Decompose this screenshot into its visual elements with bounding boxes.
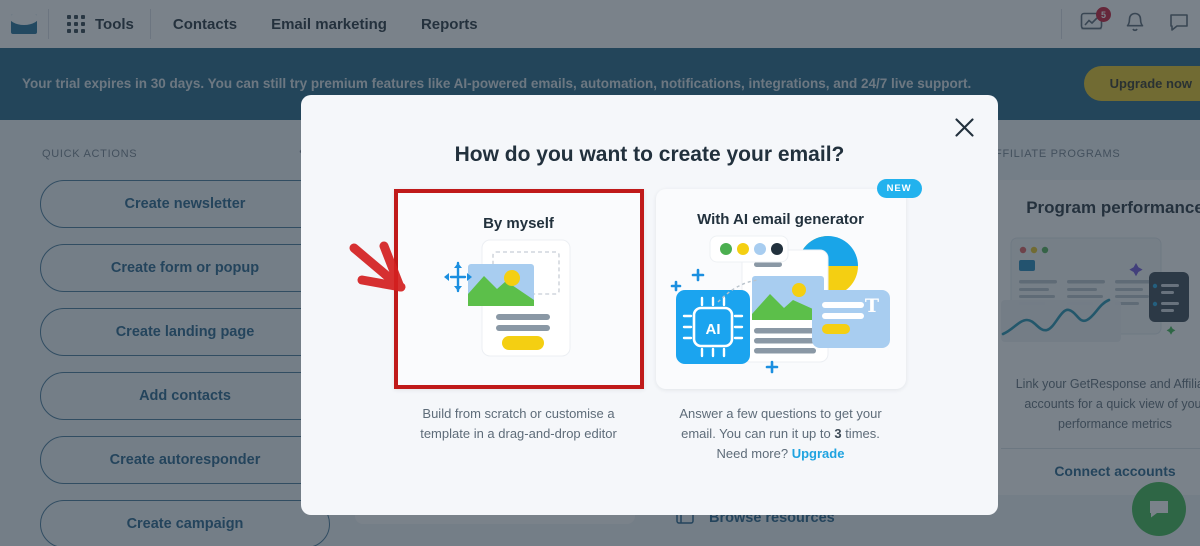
svg-text:AI: AI — [705, 321, 720, 338]
creation-options: By myself Build from scratch or customis… — [301, 167, 998, 464]
svg-text:T: T — [864, 295, 878, 317]
option-ai-email-generator[interactable]: NEW With AI email generator T AI Answer … — [655, 179, 922, 464]
desc-line-2: template in a drag-and-drop editor — [420, 426, 617, 441]
option-ai-generator-label: With AI email generator — [697, 211, 864, 228]
ai-generator-illustration: T AI — [656, 228, 906, 389]
annotation-arrow-icon — [344, 234, 434, 304]
option-by-myself-description: Build from scratch or customise a templa… — [394, 404, 644, 444]
upgrade-link[interactable]: Upgrade — [792, 446, 845, 461]
option-by-myself-label: By myself — [483, 215, 554, 232]
option-by-myself[interactable]: By myself Build from scratch or customis… — [349, 189, 644, 464]
desc-runs-count: 3 — [834, 426, 842, 441]
desc-line-2-post: times. — [841, 426, 880, 441]
screen: Tools Contacts Email marketing Reports 5 — [0, 0, 1200, 546]
option-ai-generator-card[interactable]: NEW With AI email generator T AI — [655, 179, 922, 389]
desc-line-2-pre: email. You can run it up to — [681, 426, 835, 441]
new-badge: NEW — [876, 179, 922, 198]
close-icon[interactable] — [950, 113, 978, 141]
desc-line-1: Build from scratch or customise a — [422, 406, 615, 421]
desc-line-1: Answer a few questions to get your — [679, 406, 882, 421]
drag-drop-editor-illustration — [398, 232, 640, 387]
create-email-modal: How do you want to create your email? By… — [301, 95, 998, 515]
modal-title: How do you want to create your email? — [454, 143, 845, 166]
desc-line-3-pre: Need more? — [716, 446, 792, 461]
option-ai-generator-description: Answer a few questions to get your email… — [656, 404, 906, 464]
